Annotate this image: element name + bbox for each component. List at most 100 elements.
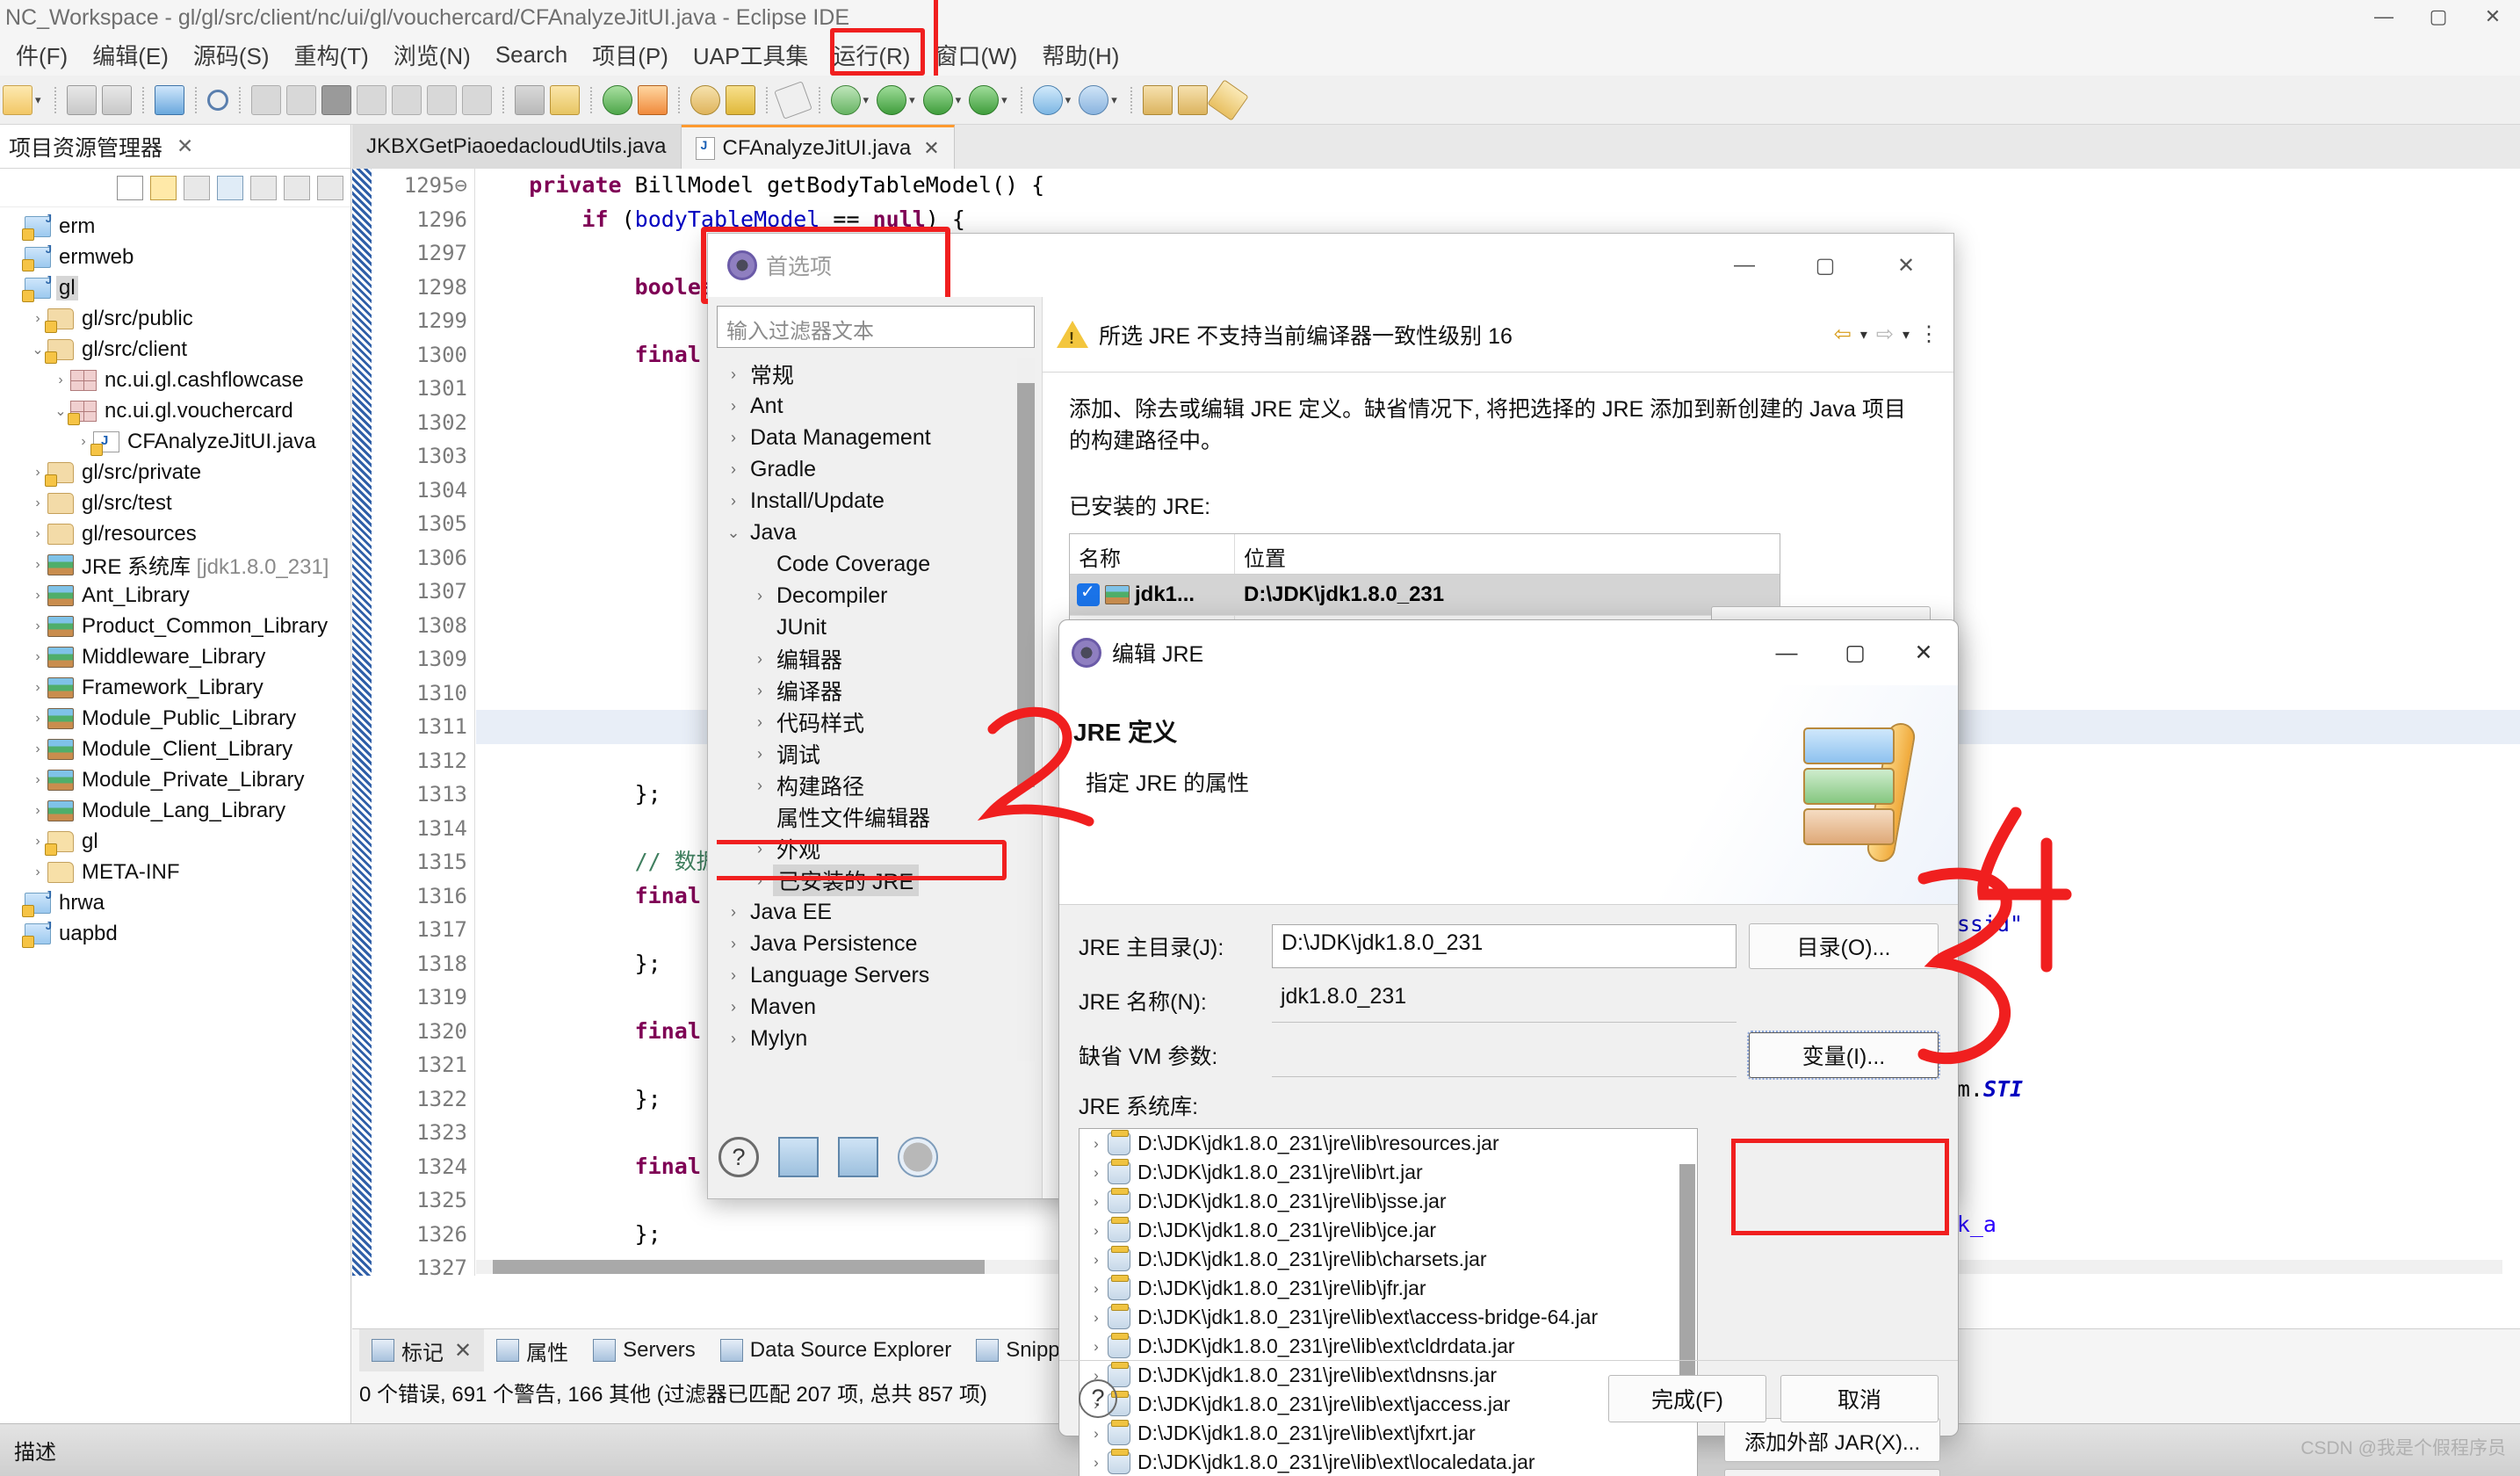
- tree-item[interactable]: ermweb: [0, 242, 350, 272]
- preferences-tree-item-18[interactable]: › Java Persistence: [717, 928, 1035, 959]
- save-all-icon[interactable]: [101, 84, 132, 115]
- chevron-right-icon[interactable]: ›: [1085, 1338, 1108, 1356]
- preferences-close-button[interactable]: ✕: [1866, 234, 1946, 297]
- open-folder2-icon[interactable]: [1177, 84, 1208, 115]
- tree-item[interactable]: › META-INF: [0, 857, 350, 887]
- run-last-icon[interactable]: [969, 84, 1000, 115]
- menu-item-4[interactable]: 浏览(N): [381, 35, 483, 75]
- tree-item[interactable]: hrwa: [0, 887, 350, 918]
- tree-item[interactable]: erm: [0, 211, 350, 242]
- tree-item[interactable]: › Module_Lang_Library: [0, 795, 350, 826]
- jre-field-button[interactable]: 目录(O)...: [1749, 923, 1939, 969]
- run-icon[interactable]: [877, 84, 907, 115]
- jar-list-item[interactable]: › D:\JDK\jdk1.8.0_231\jre\lib\resources.j…: [1079, 1129, 1697, 1158]
- chevron-right-icon[interactable]: ›: [747, 745, 773, 763]
- back-icon[interactable]: ⇦: [1834, 322, 1852, 347]
- chevron-right-icon[interactable]: ›: [720, 935, 747, 953]
- preferences-tree-item-0[interactable]: › 常规: [717, 358, 1035, 390]
- chevron-right-icon[interactable]: ›: [28, 803, 47, 819]
- preferences-tree-item-1[interactable]: › Ant: [717, 390, 1035, 422]
- jre-field-input[interactable]: [1272, 1033, 1737, 1077]
- tree-item[interactable]: › gl/resources: [0, 518, 350, 549]
- export-icon[interactable]: [838, 1137, 878, 1177]
- tree-item[interactable]: › Module_Client_Library: [0, 734, 350, 764]
- preferences-tree-item-3[interactable]: › Gradle: [717, 453, 1035, 485]
- preferences-tree-item-19[interactable]: › Language Servers: [717, 959, 1035, 991]
- tree-item[interactable]: › gl/src/test: [0, 488, 350, 518]
- table-row[interactable]: jdk1... D:\JDK\jdk1.8.0_231: [1070, 574, 1780, 615]
- pencil-icon[interactable]: [1207, 78, 1249, 121]
- bottom-view-tab-1[interactable]: 属性: [484, 1329, 581, 1371]
- collapse-all-icon[interactable]: [117, 175, 143, 200]
- preferences-tree-item-22[interactable]: ›Oomph: [717, 1054, 1035, 1062]
- menu-item-5[interactable]: Search: [483, 38, 580, 72]
- tree-item[interactable]: ⌄ gl/src/client: [0, 334, 350, 365]
- tree-item[interactable]: › nc.ui.gl.cashflowcase: [0, 365, 350, 395]
- chevron-right-icon[interactable]: ›: [28, 711, 47, 727]
- chevron-right-icon[interactable]: ›: [1085, 1193, 1108, 1211]
- close-icon[interactable]: ✕: [454, 1338, 472, 1364]
- tree-item[interactable]: › Module_Private_Library: [0, 764, 350, 795]
- menu-item-7[interactable]: UAP工具集: [681, 35, 820, 75]
- organize-imports-icon[interactable]: [549, 84, 580, 115]
- chevron-right-icon[interactable]: ›: [747, 777, 773, 795]
- minimize-button[interactable]: —: [2357, 0, 2411, 33]
- terminate-icon[interactable]: [321, 84, 351, 115]
- preferences-tree-scroll-thumb[interactable]: [1017, 383, 1035, 787]
- tree-item[interactable]: › Framework_Library: [0, 672, 350, 703]
- preferences-tree-item-8[interactable]: JUnit: [717, 611, 1035, 643]
- chevron-right-icon[interactable]: ›: [28, 496, 47, 511]
- chevron-right-icon[interactable]: ›: [720, 492, 747, 510]
- tree-item[interactable]: › JRE 系统库 [jdk1.8.0_231]: [0, 549, 350, 580]
- tree-item[interactable]: uapbd: [0, 918, 350, 949]
- preferences-tree-item-12[interactable]: › 调试: [717, 738, 1035, 770]
- close-icon[interactable]: ✕: [923, 137, 939, 160]
- chevron-right-icon[interactable]: ›: [1085, 1454, 1108, 1472]
- import-icon[interactable]: [778, 1137, 819, 1177]
- chevron-right-icon[interactable]: ›: [747, 682, 773, 700]
- preferences-tree-item-20[interactable]: › Maven: [717, 991, 1035, 1023]
- jar-list-scroll-thumb[interactable]: [1679, 1164, 1695, 1375]
- menu-item-1[interactable]: 编辑(E): [80, 35, 181, 75]
- debug-icon[interactable]: [830, 84, 861, 115]
- jar-list-item[interactable]: › D:\JDK\jdk1.8.0_231\jre\lib\jsse.jar: [1079, 1187, 1697, 1216]
- format-icon[interactable]: [514, 84, 545, 115]
- menu-item-6[interactable]: 项目(P): [580, 35, 681, 75]
- jre-field-input[interactable]: D:\JDK\jdk1.8.0_231: [1272, 924, 1737, 968]
- edit-jre-minimize-button[interactable]: —: [1752, 620, 1821, 685]
- tree-item[interactable]: gl: [0, 272, 350, 303]
- run-server-icon[interactable]: [922, 84, 953, 115]
- preferences-tree-item-14[interactable]: 属性文件编辑器: [717, 801, 1035, 833]
- tree-item[interactable]: › gl/src/public: [0, 303, 350, 334]
- chevron-right-icon[interactable]: ›: [1085, 1164, 1108, 1182]
- editor-tab-0[interactable]: JKBXGetPiaoedacloudUtils.java: [352, 125, 682, 169]
- jar-list-item[interactable]: › D:\JDK\jdk1.8.0_231\jre\lib\ext\localed…: [1079, 1448, 1697, 1476]
- chevron-right-icon[interactable]: ›: [720, 429, 747, 447]
- chevron-right-icon[interactable]: ›: [720, 397, 747, 416]
- chevron-right-icon[interactable]: ›: [1085, 1135, 1108, 1153]
- chevron-right-icon[interactable]: ›: [720, 966, 747, 985]
- filter-input[interactable]: 输入过滤器文本: [717, 306, 1035, 348]
- console-icon[interactable]: [154, 84, 184, 115]
- edit-jre-close-button[interactable]: ✕: [1889, 620, 1958, 685]
- chevron-right-icon[interactable]: ›: [720, 903, 747, 922]
- restore-icon[interactable]: [898, 1137, 938, 1177]
- chevron-right-icon[interactable]: ›: [747, 587, 773, 605]
- menu-item-0[interactable]: 件(F): [4, 35, 80, 75]
- run-java-icon[interactable]: [602, 84, 632, 115]
- preferences-tree[interactable]: › 常规 › Ant › Data Management › Gradle › Install/U…: [717, 358, 1035, 1061]
- maximize-view-icon[interactable]: [317, 175, 343, 200]
- chevron-right-icon[interactable]: ›: [747, 650, 773, 669]
- chevron-right-icon[interactable]: ›: [720, 1061, 747, 1062]
- preferences-tree-item-11[interactable]: › 代码样式: [717, 706, 1035, 738]
- view-options-icon[interactable]: [250, 175, 277, 200]
- jre-checkbox[interactable]: [1077, 581, 1100, 606]
- editor-tab-1[interactable]: CFAnalyzeJitUI.java ✕: [681, 125, 955, 169]
- chevron-right-icon[interactable]: ›: [720, 1030, 747, 1048]
- tree-item[interactable]: › Middleware_Library: [0, 641, 350, 672]
- web-browser-icon[interactable]: [1032, 84, 1063, 115]
- preferences-tree-item-4[interactable]: › Install/Update: [717, 485, 1035, 517]
- jar-list-item[interactable]: › D:\JDK\jdk1.8.0_231\jre\lib\jfr.jar: [1079, 1274, 1697, 1303]
- chevron-right-icon[interactable]: ›: [747, 872, 773, 890]
- menu-item-10[interactable]: 帮助(H): [1029, 35, 1131, 75]
